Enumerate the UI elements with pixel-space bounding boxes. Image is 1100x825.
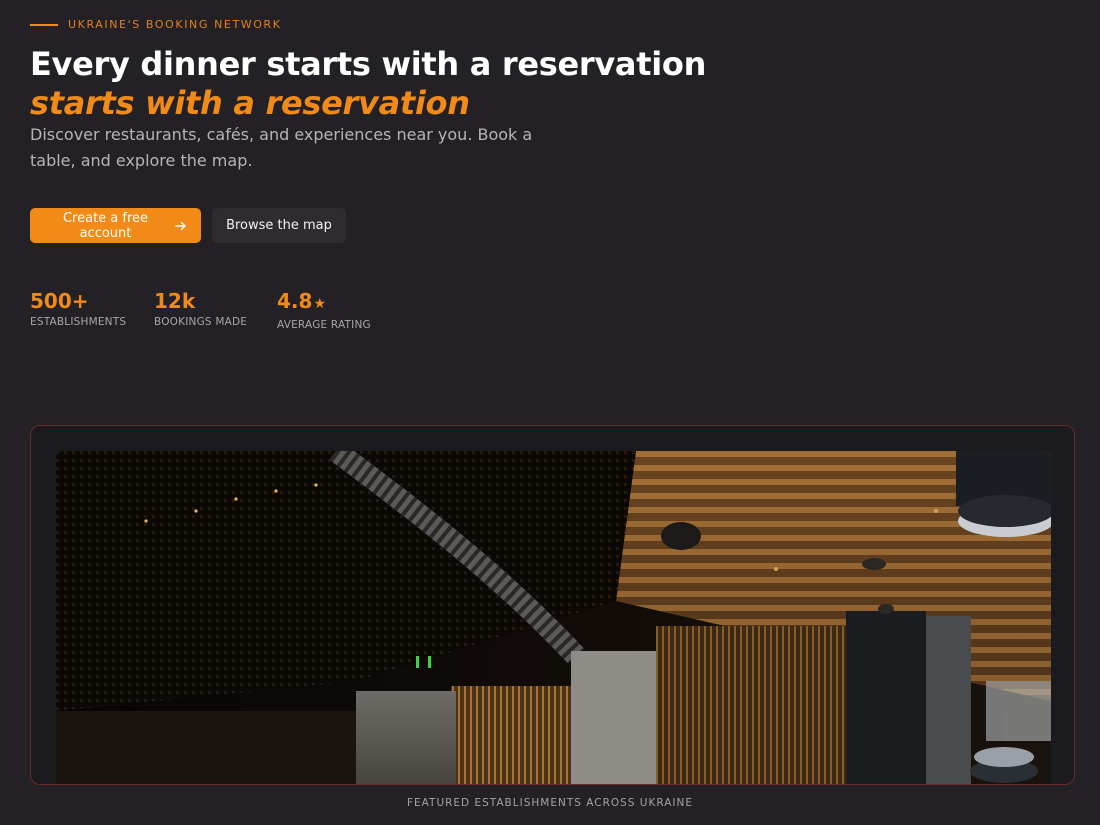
star-icon: ★: [313, 296, 326, 312]
landing-page: UKRAINE'S BOOKING NETWORK Every dinner s…: [0, 0, 1100, 825]
browse-map-label: Browse the map: [226, 218, 332, 233]
eyebrow-text: UKRAINE'S BOOKING NETWORK: [68, 18, 282, 31]
create-account-button[interactable]: Create a free account: [30, 208, 201, 243]
page-title-accent: starts with a reservation: [30, 84, 470, 122]
arrow-right-icon: [175, 220, 187, 232]
stat-value: 4.8: [277, 289, 313, 313]
page-title: Every dinner starts with a reservation: [30, 45, 707, 83]
stat-establishments: 500+ ESTABLISHMENTS: [30, 288, 154, 331]
stats-row: 500+ ESTABLISHMENTS 12k BOOKINGS MADE 4.…: [30, 288, 371, 331]
stat-label: ESTABLISHMENTS: [30, 316, 127, 328]
showcase-caption: FEATURED ESTABLISHMENTS ACROSS UKRAINE: [406, 797, 694, 809]
stat-bookings: 12k BOOKINGS MADE: [154, 288, 277, 331]
create-account-label: Create a free account: [62, 210, 149, 241]
stat-rating: 4.8 ★ AVERAGE RATING: [277, 288, 371, 331]
stat-label: BOOKINGS MADE: [154, 316, 248, 328]
page-subtitle: Discover restaurants, cafés, and experie…: [30, 125, 533, 170]
eyebrow: UKRAINE'S BOOKING NETWORK: [30, 18, 282, 31]
stat-label: AVERAGE RATING: [277, 319, 371, 331]
eyebrow-line: [30, 23, 58, 26]
browse-map-button[interactable]: Browse the map: [212, 208, 346, 243]
restaurant-interior-photo: [56, 451, 1051, 784]
stat-value: 500+: [30, 289, 89, 313]
hero-actions: Create a free account Browse the map: [30, 208, 346, 243]
featured-showcase: [30, 425, 1075, 785]
stat-value: 12k: [154, 289, 196, 313]
